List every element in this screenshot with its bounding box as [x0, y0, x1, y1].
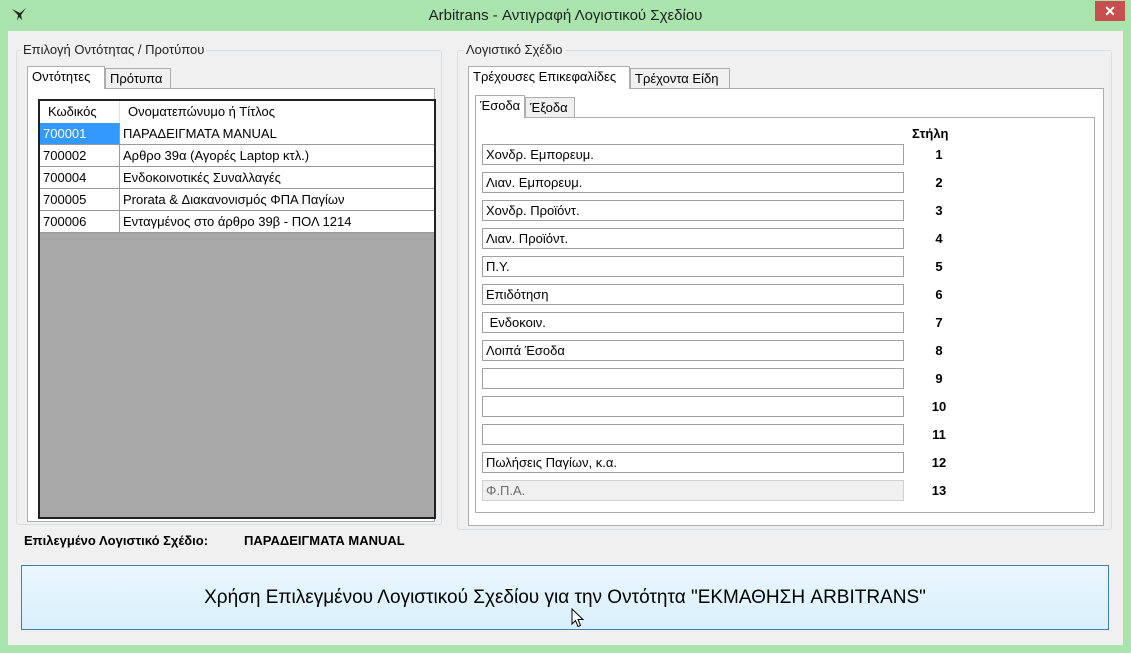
column-5-field[interactable]: Π.Υ.	[482, 256, 904, 277]
window-title: Arbitrans - Αντιγραφή Λογιστικού Σχεδίου	[428, 7, 703, 24]
cell-name[interactable]: Αρθρο 39α (Αγορές Laptop κτλ.)	[120, 145, 434, 167]
client-area: Επιλογή Οντότητας / Προτύπου Οντότητες Π…	[8, 31, 1123, 645]
column-7-number: 7	[935, 315, 943, 330]
cell-code[interactable]: 700001	[40, 123, 120, 145]
headings-panel: Έσοδα Έξοδα Στήλη Χονδρ. Εμπορευμ. 1 Λια…	[468, 88, 1104, 526]
column-10-field[interactable]	[482, 396, 904, 417]
cell-name[interactable]: ΠΑΡΑΔΕΙΓΜΑΤΑ MANUAL	[120, 123, 434, 145]
column-4-number: 4	[935, 231, 943, 246]
column-9-number: 9	[935, 371, 943, 386]
right-tabstrip: Τρέχουσες Επικεφαλίδες Τρέχοντα Είδη	[468, 66, 748, 89]
column-4-field[interactable]: Λιαν. Προϊόντ.	[482, 228, 904, 249]
column-5-number: 5	[935, 259, 943, 274]
income-expense-tabstrip: Έσοδα Έξοδα	[475, 95, 595, 118]
column-13-field: Φ.Π.Α.	[482, 480, 904, 501]
chart-of-accounts-group: Λογιστικό Σχέδιο Τρέχουσες Επικεφαλίδες …	[457, 42, 1112, 530]
column-3-field[interactable]: Χονδρ. Προϊόντ.	[482, 200, 904, 221]
group-legend: Επιλογή Οντότητας / Προτύπου	[21, 42, 207, 57]
column-12-number: 12	[931, 455, 947, 470]
column-7-field[interactable]: Ενδοκοιν.	[482, 312, 904, 333]
title-bar: Arbitrans - Αντιγραφή Λογιστικού Σχεδίου…	[0, 0, 1131, 31]
column-8-number: 8	[935, 343, 943, 358]
column-6-field[interactable]: Επιδότηση	[482, 284, 904, 305]
grid-header: Κωδικός Ονοματεπώνυμο ή Τίτλος	[40, 101, 434, 123]
column-title: Στήλη	[912, 126, 949, 141]
column-2-number: 2	[935, 175, 943, 190]
cell-code[interactable]: 700004	[40, 167, 120, 189]
column-1-field[interactable]: Χονδρ. Εμπορευμ.	[482, 144, 904, 165]
entities-grid[interactable]: Κωδικός Ονοματεπώνυμο ή Τίτλος 700001 ΠΑ…	[38, 99, 436, 519]
tab-expenses[interactable]: Έξοδα	[525, 97, 575, 117]
cell-code[interactable]: 700006	[40, 211, 120, 233]
column-11-number: 11	[932, 427, 946, 442]
table-row[interactable]: 700005 Prorata & Διακανονισμός ΦΠΑ Παγίω…	[40, 189, 434, 211]
cell-code[interactable]: 700005	[40, 189, 120, 211]
group-legend: Λογιστικό Σχέδιο	[464, 42, 565, 57]
table-row[interactable]: 700002 Αρθρο 39α (Αγορές Laptop κτλ.)	[40, 145, 434, 167]
selected-chart-value: ΠΑΡΑΔΕΙΓΜΑΤΑ MANUAL	[244, 533, 405, 548]
tab-current-items[interactable]: Τρέχοντα Είδη	[630, 68, 730, 88]
column-header-name[interactable]: Ονοματεπώνυμο ή Τίτλος	[120, 101, 434, 123]
tab-current-headings[interactable]: Τρέχουσες Επικεφαλίδες	[468, 66, 630, 89]
tab-income[interactable]: Έσοδα	[475, 95, 525, 118]
mouse-cursor-icon	[571, 608, 585, 628]
column-9-field[interactable]	[482, 368, 904, 389]
table-row[interactable]: 700004 Ενδοκοινοτικές Συναλλαγές	[40, 167, 434, 189]
column-header-code[interactable]: Κωδικός	[40, 101, 120, 123]
cell-code[interactable]: 700002	[40, 145, 120, 167]
tab-entities[interactable]: Οντότητες	[27, 66, 105, 89]
table-row[interactable]: 700006 Ενταγμένος στο άρθρο 39β - ΠΟΛ 12…	[40, 211, 434, 233]
column-8-field[interactable]: Λοιπά Έσοδα	[482, 340, 904, 361]
app-window: Arbitrans - Αντιγραφή Λογιστικού Σχεδίου…	[0, 0, 1131, 653]
income-panel: Στήλη Χονδρ. Εμπορευμ. 1 Λιαν. Εμπορευμ.…	[475, 117, 1095, 513]
selected-chart-label: Επιλεγμένο Λογιστικό Σχέδιο:	[24, 533, 209, 548]
column-2-field[interactable]: Λιαν. Εμπορευμ.	[482, 172, 904, 193]
entity-template-group: Επιλογή Οντότητας / Προτύπου Οντότητες Π…	[16, 42, 442, 525]
close-button[interactable]: ✕	[1095, 1, 1125, 21]
column-10-number: 10	[931, 399, 947, 414]
cell-name[interactable]: Ενταγμένος στο άρθρο 39β - ΠΟΛ 1214	[120, 211, 434, 233]
cell-name[interactable]: Prorata & Διακανονισμός ΦΠΑ Παγίων	[120, 189, 434, 211]
column-3-number: 3	[935, 203, 943, 218]
column-12-field[interactable]: Πωλήσεις Παγίων, κ.α.	[482, 452, 904, 473]
tab-templates[interactable]: Πρότυπα	[105, 68, 171, 88]
apply-chart-button[interactable]: Χρήση Επιλεγμένου Λογιστικού Σχεδίου για…	[21, 565, 1109, 630]
table-row[interactable]: 700001 ΠΑΡΑΔΕΙΓΜΑΤΑ MANUAL	[40, 123, 434, 145]
column-11-field[interactable]	[482, 424, 904, 445]
column-1-number: 1	[935, 147, 943, 162]
cell-name[interactable]: Ενδοκοινοτικές Συναλλαγές	[120, 167, 434, 189]
left-tabstrip: Οντότητες Πρότυπα	[27, 66, 187, 89]
entities-panel: Κωδικός Ονοματεπώνυμο ή Τίτλος 700001 ΠΑ…	[27, 88, 436, 522]
column-13-number: 13	[931, 483, 947, 498]
column-6-number: 6	[935, 287, 943, 302]
